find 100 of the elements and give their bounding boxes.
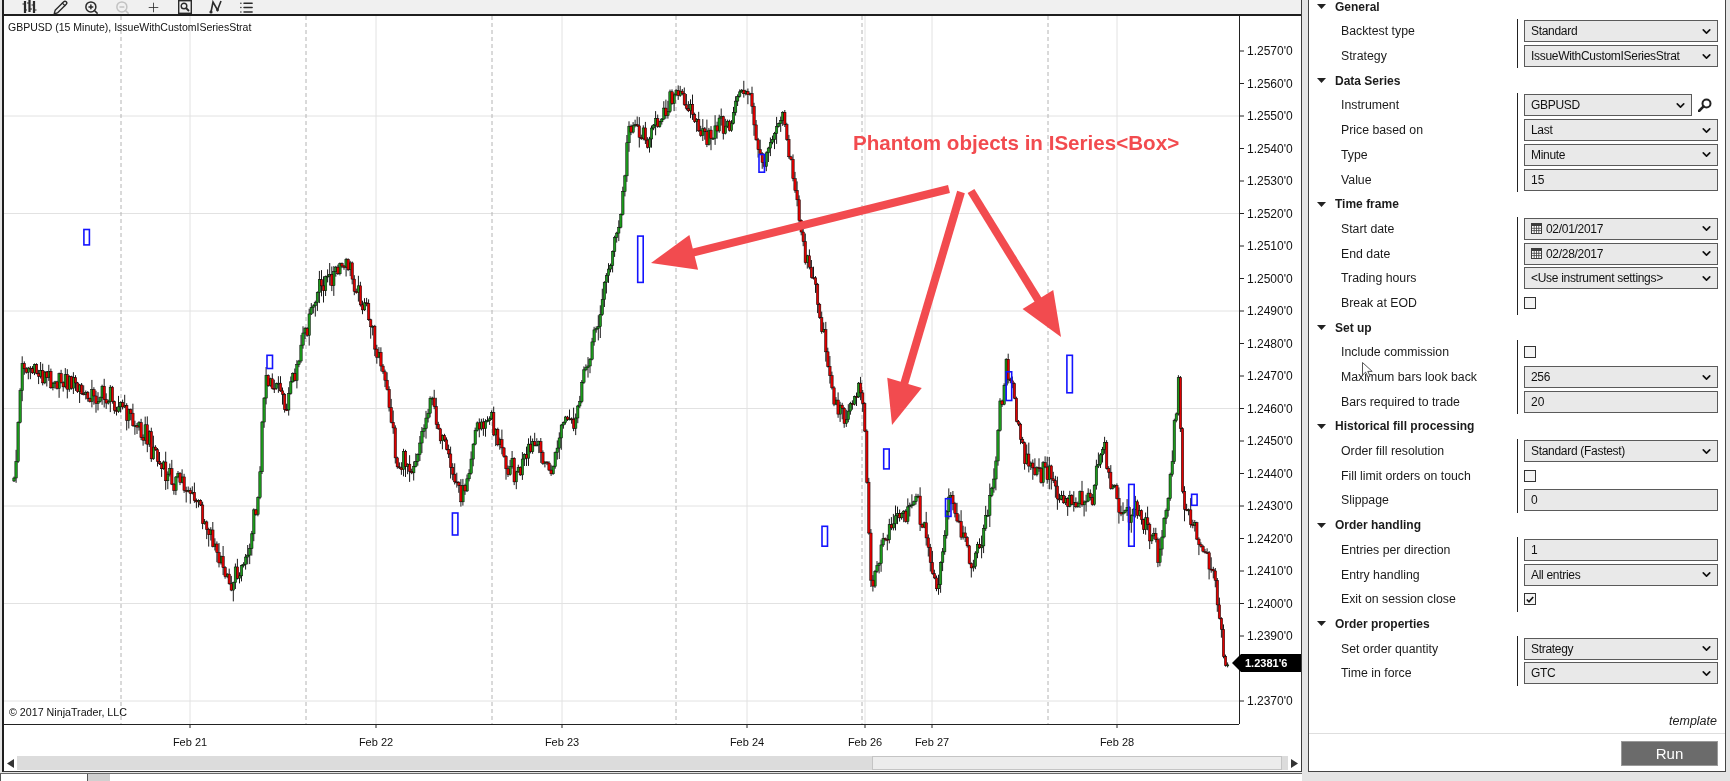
checkbox[interactable]: [1524, 593, 1536, 606]
price-label: 1.2520'0: [1247, 206, 1293, 221]
section-title: Historical fill processing: [1335, 419, 1475, 434]
caret-icon[interactable]: [1317, 323, 1326, 333]
pencil-icon[interactable]: [53, 0, 68, 14]
price-label: 1.2550'0: [1247, 109, 1293, 123]
property-label: Include commission: [1340, 345, 1449, 360]
scroll-right-icon[interactable]: [1291, 758, 1298, 768]
price-label: 1.2390'0: [1247, 629, 1293, 643]
current-price-tag: 1.2381'6: [1232, 654, 1301, 672]
caret-icon[interactable]: [1317, 199, 1326, 209]
date-label: Feb 24: [729, 736, 765, 748]
date-label: Feb 28: [1099, 736, 1135, 748]
calendar-icon: [1531, 248, 1542, 260]
caret-icon[interactable]: [1317, 619, 1326, 629]
zoom-in-icon[interactable]: [84, 0, 99, 14]
property-label: Price based on: [1340, 123, 1424, 138]
price-label: 1.2510'0: [1247, 239, 1293, 253]
section-title: General: [1335, 0, 1380, 14]
price-label: 1.2460'0: [1247, 401, 1293, 416]
date-picker[interactable]: 02/01/2017: [1524, 217, 1718, 240]
checkbox[interactable]: [1524, 296, 1536, 309]
property-label: Start date: [1340, 221, 1395, 236]
price-label: 1.2430'0: [1247, 499, 1293, 513]
dropdown[interactable]: <Use instrument settings>: [1524, 267, 1718, 290]
dropdown[interactable]: IssueWithCustomISeriesStrat: [1524, 45, 1718, 68]
rectangle-marker: [1005, 371, 1013, 402]
rectangle-marker: [83, 228, 91, 246]
dropdown[interactable]: Standard (Fastest): [1524, 440, 1718, 463]
search-icon[interactable]: [1698, 98, 1712, 113]
checkbox[interactable]: [1524, 346, 1536, 359]
price-label: 1.2540'0: [1247, 141, 1293, 156]
dropdown[interactable]: Last: [1524, 119, 1718, 142]
section-title: Data Series: [1335, 73, 1401, 88]
caret-icon[interactable]: [1317, 421, 1326, 431]
price-label: 1.2500'0: [1247, 271, 1293, 286]
caret-icon[interactable]: [1317, 520, 1326, 530]
input-field[interactable]: 1: [1524, 538, 1718, 561]
tab[interactable]: [0, 774, 88, 781]
property-label: End date: [1340, 246, 1391, 261]
price-label: 1.2470'0: [1247, 369, 1293, 383]
checkbox[interactable]: [1524, 469, 1536, 482]
property-label: Type: [1340, 147, 1368, 162]
price-label: 1.2450'0: [1247, 434, 1293, 448]
dropdown[interactable]: Standard: [1524, 20, 1718, 43]
property-label: Fill limit orders on touch: [1340, 468, 1471, 483]
caret-icon[interactable]: [1317, 2, 1326, 12]
input-field[interactable]: 20: [1524, 390, 1718, 413]
rectangle-marker: [882, 448, 890, 470]
input-field[interactable]: 15: [1524, 168, 1718, 191]
price-label: 1.2480'0: [1247, 336, 1293, 351]
copyright-text: © 2017 NinjaTrader, LLC: [9, 705, 127, 718]
property-label: Set order quantity: [1340, 641, 1439, 656]
line-tool-icon[interactable]: [208, 0, 223, 14]
dropdown[interactable]: All entries: [1524, 563, 1718, 586]
annotation-text: Phantom objects in ISeries<Box>: [853, 131, 1180, 154]
section-title: Set up: [1335, 320, 1372, 335]
dropdown[interactable]: Minute: [1524, 143, 1718, 166]
caret-icon[interactable]: [1317, 76, 1326, 86]
property-label: Order fill resolution: [1340, 444, 1445, 459]
dropdown[interactable]: 256: [1524, 366, 1718, 388]
date-label: Feb 26: [847, 736, 883, 748]
dropdown[interactable]: GBPUSD: [1524, 94, 1692, 117]
scroll-left-icon[interactable]: [7, 758, 14, 768]
section-title: Order handling: [1335, 518, 1421, 533]
template-link[interactable]: template: [1669, 714, 1717, 728]
rectangle-marker: [266, 354, 274, 370]
rectangle-marker: [1127, 483, 1135, 547]
scrollbar-track[interactable]: [17, 756, 1288, 770]
property-label: Strategy: [1340, 49, 1387, 64]
search-box-icon[interactable]: [177, 0, 192, 14]
price-label: 1.2420'0: [1247, 531, 1293, 546]
date-label: Feb 23: [544, 736, 580, 748]
run-button[interactable]: Run: [1621, 741, 1718, 766]
input-field[interactable]: 0: [1524, 489, 1718, 512]
property-label: Value: [1340, 172, 1372, 187]
price-label: 1.2440'0: [1247, 466, 1293, 481]
checkmark-icon: [1526, 595, 1534, 603]
price-label: 1.2530'0: [1247, 174, 1293, 188]
crosshair-icon[interactable]: [146, 0, 161, 14]
list-icon[interactable]: [239, 0, 254, 14]
property-label: Trading hours: [1340, 271, 1417, 286]
property-label: Bars required to trade: [1340, 394, 1460, 409]
section-title: Order properties: [1335, 616, 1430, 631]
property-label: Entries per direction: [1340, 542, 1451, 557]
property-label: Break at EOD: [1340, 295, 1417, 310]
dropdown[interactable]: Strategy: [1524, 637, 1718, 660]
rectangle-marker: [451, 512, 459, 536]
rectangle-marker: [1066, 354, 1074, 394]
scrollbar-thumb[interactable]: [872, 756, 1282, 770]
date-picker[interactable]: 02/28/2017: [1524, 242, 1718, 265]
chart-title: GBPUSD (15 Minute), IssueWithCustomISeriesStrat: [8, 20, 252, 33]
bar-chart-icon[interactable]: [22, 0, 37, 14]
rectangle-marker: [1190, 493, 1198, 507]
rectangle-marker: [758, 153, 766, 173]
date-label: Feb 21: [172, 736, 208, 748]
property-label: Instrument: [1340, 98, 1400, 113]
dropdown[interactable]: GTC: [1524, 662, 1718, 685]
rectangle-marker: [821, 525, 829, 547]
property-label: Entry handling: [1340, 567, 1420, 582]
